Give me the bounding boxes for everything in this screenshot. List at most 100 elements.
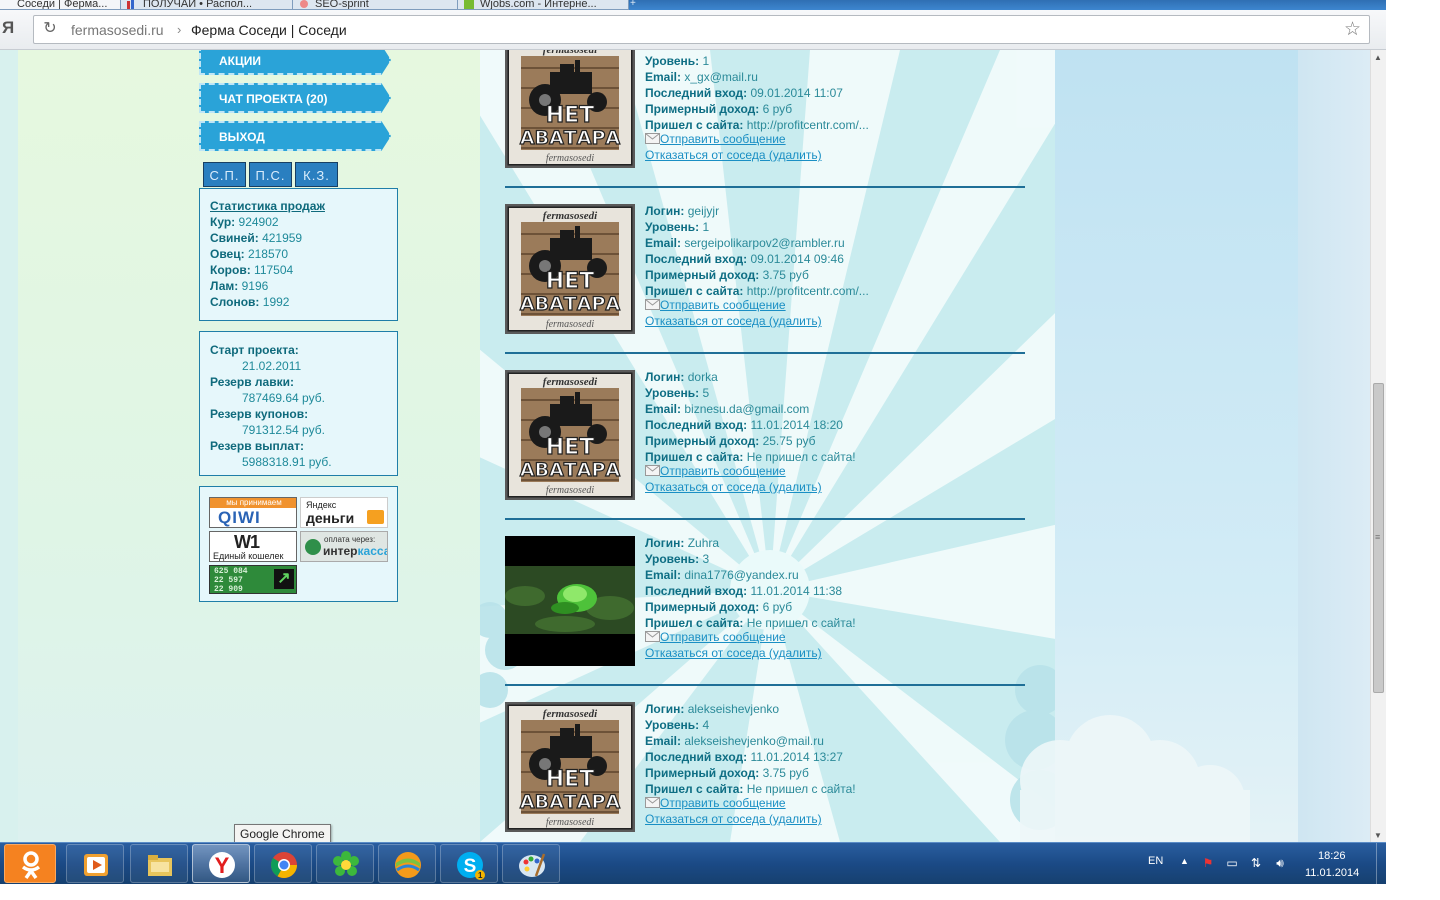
field-label: Пришел с сайта:	[645, 782, 744, 796]
neighbor-last-login: Последний вход: 09.01.2014 09:46	[645, 252, 844, 266]
scroll-up-arrow-icon[interactable]: ▲	[1374, 53, 1382, 62]
yandex-logo[interactable]: Я	[2, 18, 16, 40]
new-tab-icon[interactable]: +	[630, 0, 644, 9]
field-label: Уровень:	[645, 220, 700, 234]
action-center-flag-icon[interactable]: ⚑	[1200, 856, 1216, 872]
url-separator: ›	[177, 22, 182, 37]
webmoney-numbers: 625 084 22 597 22 909	[214, 567, 248, 593]
browser-tab[interactable]: SEO-sprint	[292, 0, 460, 10]
interkassa-logo[interactable]: оплата через: интеркасса	[300, 531, 388, 562]
stat-label: Свиней:	[210, 231, 259, 245]
field-label: Логин:	[645, 702, 685, 716]
taskbar-paint[interactable]	[502, 844, 560, 883]
tray-expand-icon[interactable]: ▲	[1180, 856, 1189, 866]
sales-stats-title-link[interactable]: Статистика продаж	[210, 199, 325, 213]
scrollbar-thumb[interactable]: ≡	[1373, 383, 1384, 693]
field-label: Email:	[645, 236, 682, 250]
svg-text:АВАТАРА: АВАТАРА	[520, 293, 620, 315]
address-bar[interactable]: ↻ fermasosedi.ru › Ферма Соседи | Соседи…	[33, 15, 1370, 44]
remove-neighbor-link[interactable]: Отказаться от соседа (удалить)	[645, 646, 822, 660]
project-start-value: 21.02.2011	[242, 359, 302, 373]
page-scrollbar[interactable]: ▲ ≡ ▼	[1370, 50, 1386, 842]
paint-palette-icon	[519, 853, 546, 877]
coupon-reserve-value: 791312.54 руб.	[242, 423, 325, 437]
stat-value: 421959	[262, 231, 303, 245]
scroll-down-arrow-icon[interactable]: ▼	[1374, 831, 1382, 840]
field-value: Не пришел с сайта!	[746, 450, 856, 464]
stat-label: Слонов:	[210, 295, 260, 309]
send-message-link[interactable]: Отправить сообщение	[645, 796, 786, 810]
browser-tab[interactable]: Wjobs.com - Интерне...	[457, 0, 629, 10]
remove-neighbor-link[interactable]: Отказаться от соседа (удалить)	[645, 148, 822, 162]
taskbar-file-explorer[interactable]	[130, 844, 188, 883]
send-message-link[interactable]: Отправить сообщение	[645, 298, 786, 312]
w1-caption: Единый кошелек	[213, 551, 284, 561]
display-icon[interactable]: ▭	[1224, 856, 1240, 872]
volume-icon[interactable]: 🔊︎	[1272, 856, 1288, 872]
menu-promotions-button[interactable]: АКЦИИ	[199, 50, 391, 75]
qiwi-logo[interactable]: мы принимаем QIWI	[209, 497, 297, 528]
stat-row: Кур: 924902	[210, 215, 279, 229]
envelope-icon	[645, 133, 660, 144]
network-icon[interactable]: ⇅	[1248, 856, 1264, 872]
browser-tab-active[interactable]: Соседи | Ферма... ✕	[0, 0, 134, 10]
neighbor-email: Email: sergeipolikarpov2@rambler.ru	[645, 236, 845, 250]
stat-row: Овец: 218570	[210, 247, 288, 261]
send-message-link[interactable]: Отправить сообщение	[645, 132, 786, 146]
clock-date[interactable]: 11.01.2014	[1305, 867, 1359, 879]
bookmark-star-icon[interactable]: ☆	[1344, 18, 1361, 41]
cloud-decoration	[1020, 715, 1250, 842]
taskbar-ball-app[interactable]	[378, 844, 436, 883]
taskbar-media-player[interactable]	[66, 844, 124, 883]
envelope-icon	[645, 299, 660, 310]
field-label: Логин:	[645, 536, 685, 550]
stat-label: Кур:	[210, 215, 236, 229]
entry-separator	[505, 186, 1025, 188]
qiwi-wordmark: QIWI	[218, 508, 261, 527]
browser-tab[interactable]: ПОЛУЧАЙ • Распол...	[120, 0, 295, 10]
field-label: Примерный доход:	[645, 434, 760, 448]
remove-neighbor-link[interactable]: Отказаться от соседа (удалить)	[645, 812, 822, 826]
taskbar-skype[interactable]: S 1	[440, 844, 498, 883]
url-domain: fermasosedi.ru	[71, 22, 164, 38]
tab-sales-stats[interactable]: С.П.	[203, 162, 246, 187]
clock-time[interactable]: 18:26	[1318, 850, 1346, 862]
neighbor-referrer: Пришел с сайта: http://profitcentr.com/.…	[645, 284, 869, 298]
svg-text:НЕТ: НЕТ	[546, 269, 594, 294]
field-label: Примерный доход:	[645, 600, 760, 614]
field-value: dorka	[687, 370, 718, 384]
send-message-link[interactable]: Отправить сообщение	[645, 630, 786, 644]
neighbor-level: Уровень: 3	[645, 552, 709, 566]
svg-text:НЕТ: НЕТ	[546, 435, 594, 460]
language-indicator[interactable]: EN	[1148, 855, 1163, 867]
field-value: 5	[702, 386, 710, 400]
tab-buy-stats[interactable]: П.С.	[249, 162, 292, 187]
taskbar-yandex-browser[interactable]: Y	[192, 844, 250, 883]
taskbar-icq[interactable]	[316, 844, 374, 883]
yandex-browser-icon: Y	[209, 852, 235, 878]
qiwi-caption: мы принимаем	[210, 498, 296, 508]
webmoney-line: 22 597	[214, 576, 243, 585]
field-value: 1	[702, 220, 710, 234]
w1-wallet-logo[interactable]: W1 Единый кошелек	[209, 531, 297, 562]
svg-text:АВАТАРА: АВАТАРА	[520, 791, 620, 813]
menu-exit-button[interactable]: ВЫХОД	[199, 121, 391, 151]
neighbor-entry: Логин: Zuhra Уровень: 3 Email: dina1776@ya…	[505, 536, 1025, 702]
taskbar-google-chrome[interactable]	[254, 844, 312, 883]
taskbar-odnoklassniki[interactable]	[4, 844, 56, 883]
tab-kz-stats[interactable]: К.З.	[295, 162, 338, 187]
remove-neighbor-link[interactable]: Отказаться от соседа (удалить)	[645, 314, 822, 328]
webmoney-logo[interactable]: 625 084 22 597 22 909 ↗	[209, 565, 297, 594]
show-desktop-button[interactable]	[1376, 843, 1386, 885]
neighbor-last-login: Последний вход: 09.01.2014 11:07	[645, 86, 843, 100]
field-value: 3.75 руб	[762, 766, 809, 780]
yandex-money-logo[interactable]: Яндекс деньги	[300, 497, 388, 528]
remove-neighbor-link[interactable]: Отказаться от соседа (удалить)	[645, 480, 822, 494]
svg-text:НЕТ: НЕТ	[546, 767, 594, 792]
menu-chat-button[interactable]: ЧАТ ПРОЕКТА (20)	[199, 83, 391, 113]
svg-text:fermasosedi: fermasosedi	[546, 817, 595, 828]
send-message-link[interactable]: Отправить сообщение	[645, 464, 786, 478]
field-value: http://profitcentr.com/...	[746, 284, 869, 298]
shop-reserve-label: Резерв лавки:	[210, 375, 294, 389]
reload-icon[interactable]: ↻	[41, 20, 59, 38]
